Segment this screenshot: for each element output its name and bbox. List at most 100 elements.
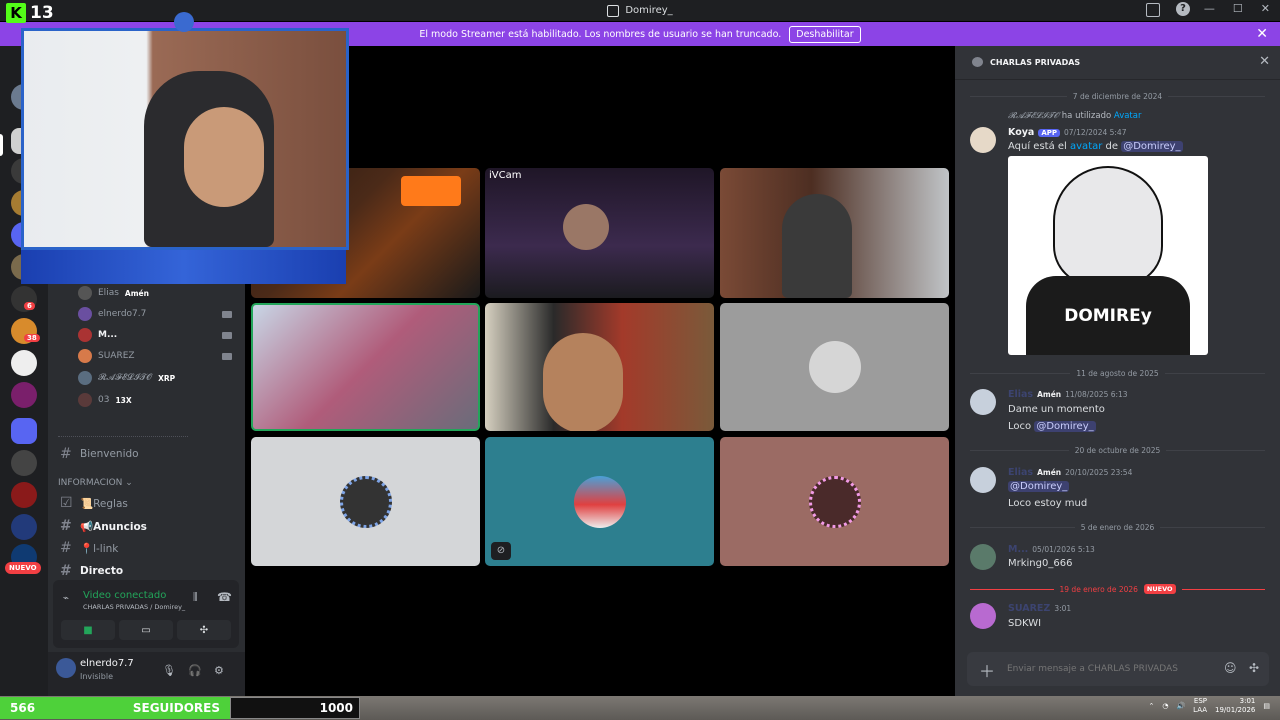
message-author[interactable]: Elias Amén 11/08/2025 6:13 — [1008, 389, 1128, 400]
minimize-icon[interactable]: — — [1204, 2, 1215, 15]
app-icon — [607, 4, 620, 17]
chevron-up-icon[interactable]: ⌃ — [1148, 702, 1154, 710]
video-tile-avatar[interactable] — [251, 437, 480, 566]
voice-user[interactable]: 𝓡𝓐𝓕𝓔𝓛𝓘𝓣𝓞 XRP — [78, 371, 175, 385]
voice-user[interactable]: 03 13X — [78, 393, 132, 407]
video-tile-ivcam[interactable]: iVCam — [485, 168, 714, 298]
voice-user-name: elnerdo7.7 — [98, 309, 147, 319]
inbox-icon[interactable] — [1146, 3, 1160, 17]
message-composer[interactable]: ＋ ☺ ✣ — [967, 652, 1269, 686]
avatar — [339, 475, 392, 528]
message-time: 05/01/2026 5:13 — [1032, 545, 1095, 554]
server-icon[interactable] — [11, 382, 37, 408]
reply-user[interactable]: 𝓡𝓐𝓕𝓔𝓛𝓘𝓣𝓞 — [1008, 111, 1059, 121]
settings-icon[interactable]: ⚙ — [214, 664, 224, 677]
clock[interactable]: 3:01 19/01/2026 — [1215, 697, 1255, 715]
camera-button[interactable]: ■ — [61, 620, 115, 640]
camera-icon — [222, 352, 232, 360]
channel-bienvenido[interactable]: # Bienvenido — [60, 446, 139, 462]
close-window-icon[interactable]: ✕ — [1261, 2, 1270, 15]
message-time: 20/10/2025 23:54 — [1065, 468, 1133, 477]
emoji-icon[interactable]: ☺ — [1224, 661, 1237, 675]
video-tile[interactable] — [720, 168, 949, 298]
avatar[interactable] — [970, 603, 996, 629]
activities-button[interactable]: ✣ — [177, 620, 231, 640]
attach-icon[interactable]: ＋ — [979, 658, 995, 682]
new-servers-badge[interactable]: NUEVO — [5, 562, 41, 574]
author-name: Elias — [1008, 467, 1034, 478]
close-banner-icon[interactable]: ✕ — [1256, 26, 1268, 42]
user-mention[interactable]: @Domirey_ — [1034, 421, 1096, 432]
channel-reglas[interactable]: ☑ 📜Reglas — [60, 495, 128, 511]
wifi-icon[interactable]: ◔ — [1162, 702, 1168, 710]
disable-streamer-button[interactable]: Deshabilitar — [789, 25, 861, 43]
microphone-icon[interactable]: 🎙 — [162, 664, 176, 677]
maximize-icon[interactable]: ☐ — [1233, 2, 1243, 15]
category-header[interactable]: INFORMACION ⌄ — [58, 478, 133, 488]
message-text: Loco — [1008, 421, 1032, 432]
video-tile-speaking[interactable] — [251, 303, 480, 431]
system-tray: ⌃ ◔ 🔊 ESP LAA 3:01 19/01/2026 ▤ — [1148, 697, 1270, 715]
input-language[interactable]: ESP LAA — [1193, 697, 1207, 715]
reply-command[interactable]: Avatar — [1114, 111, 1142, 121]
webcam-overlay — [21, 28, 349, 250]
server-icon[interactable] — [11, 350, 37, 376]
voice-connection-panel: ⌁ Video conectado CHARLAS PRIVADAS / Dom… — [53, 580, 239, 648]
date-separator: 20 de octubre de 2025 — [970, 446, 1265, 455]
message-input[interactable] — [1007, 660, 1207, 678]
voice-user-name: 𝓡𝓐𝓕𝓔𝓛𝓘𝓣𝓞 — [98, 373, 153, 383]
apps-icon[interactable]: ✣ — [1249, 661, 1259, 675]
avatar-link[interactable]: avatar — [1070, 141, 1102, 152]
avatar[interactable] — [970, 127, 996, 153]
active-server-pill — [0, 134, 3, 156]
voice-user-name: Elias — [98, 288, 119, 298]
kick-count: 13 — [30, 3, 54, 23]
avatar[interactable] — [970, 544, 996, 570]
rules-icon: ☑ — [60, 495, 73, 511]
video-tile-avatar[interactable] — [720, 303, 949, 431]
avatar[interactable] — [970, 467, 996, 493]
message-author[interactable]: Koya APP 07/12/2024 5:47 — [1008, 127, 1126, 138]
channel-directo[interactable]: # Directo — [60, 563, 123, 579]
avatar-image[interactable]: DOMIREy — [1008, 156, 1208, 355]
headphones-icon[interactable]: 🎧 — [188, 664, 202, 677]
screen-share-button[interactable]: ▭ — [119, 620, 173, 640]
folder-icon[interactable] — [11, 418, 37, 444]
server-icon[interactable] — [11, 450, 37, 476]
avatar[interactable] — [56, 658, 76, 678]
voice-user[interactable]: elnerdo7.7 — [78, 307, 232, 321]
noise-suppression-icon[interactable]: ⫼ — [193, 592, 198, 603]
video-tile[interactable] — [485, 303, 714, 431]
close-chat-icon[interactable]: ✕ — [1259, 54, 1270, 69]
author-name: SUAREZ — [1008, 603, 1051, 614]
user-mention[interactable]: @Domirey_ — [1008, 481, 1070, 492]
message-time: 3:01 — [1054, 604, 1072, 613]
chat-title: CHARLAS PRIVADAS — [990, 58, 1081, 67]
video-tile-avatar[interactable] — [720, 437, 949, 566]
user-mention[interactable]: @Domirey_ — [1121, 141, 1183, 152]
message-author[interactable]: SUAREZ 3:01 — [1008, 603, 1071, 614]
voice-user[interactable]: M... — [78, 328, 232, 342]
avatar[interactable] — [970, 389, 996, 415]
date-label: 7 de diciembre de 2024 — [1072, 92, 1163, 101]
help-icon[interactable]: ? — [1176, 2, 1190, 16]
server-icon[interactable] — [11, 514, 37, 540]
voice-user[interactable]: Elias Amén — [78, 286, 149, 300]
channel-label: Bienvenido — [80, 448, 139, 460]
message-author[interactable]: Elias Amén 20/10/2025 23:54 — [1008, 467, 1132, 478]
signal-icon[interactable]: ⌁ — [63, 593, 69, 604]
voice-location[interactable]: CHARLAS PRIVADAS / Domirey_ — [83, 603, 185, 611]
voice-user[interactable]: SUAREZ — [78, 349, 232, 363]
message-author[interactable]: M... 05/01/2026 5:13 — [1008, 544, 1095, 555]
divider — [58, 436, 188, 437]
notifications-icon[interactable]: ▤ — [1263, 702, 1270, 710]
window-title-text: Domirey_ — [625, 5, 673, 16]
volume-icon[interactable]: 🔊 — [1176, 702, 1185, 710]
message-text: Loco estoy mud — [1008, 498, 1088, 509]
channel-anuncios[interactable]: # 📢Anuncios — [60, 518, 147, 534]
disconnect-icon[interactable]: ☎ — [217, 590, 232, 604]
user-name[interactable]: elnerdo7.7 — [80, 658, 134, 669]
server-icon[interactable] — [11, 482, 37, 508]
video-tile-avatar[interactable]: ⊘ — [485, 437, 714, 566]
channel-link[interactable]: # 📍l-link — [60, 540, 118, 556]
